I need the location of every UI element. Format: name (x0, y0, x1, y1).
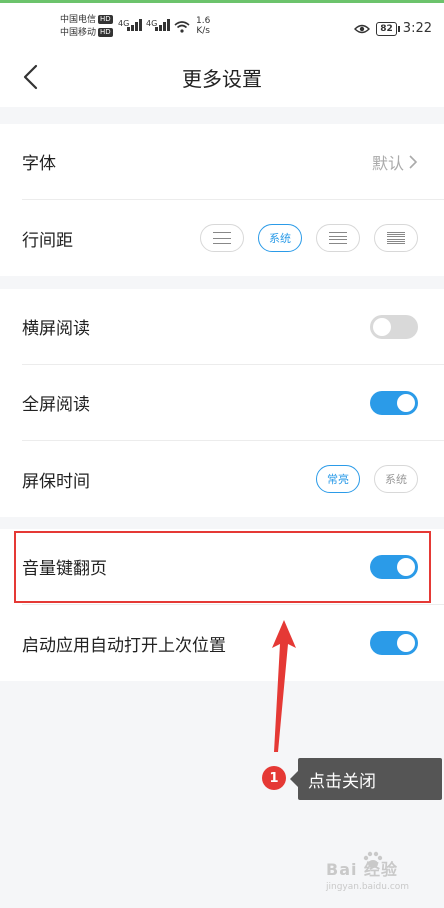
screen-timeout-row: 屏保时间 常亮 系统 (22, 441, 444, 517)
fullscreen-toggle[interactable] (370, 390, 418, 415)
timeout-always-on-button[interactable]: 常亮 (316, 465, 360, 493)
paw-logo-icon (363, 851, 383, 868)
annotation-step-badge: 1 (262, 766, 286, 790)
resume-position-label: 启动应用自动打开上次位置 (22, 635, 226, 656)
eye-icon (354, 24, 371, 33)
hd-badge: HD (98, 15, 113, 24)
font-label: 字体 (22, 154, 56, 174)
spacing-compact-icon (387, 232, 405, 244)
font-value-text: 默认 (371, 153, 404, 173)
watermark-sub: jingyan.baidu.com (326, 882, 410, 892)
carrier-top-label: 中国电信 (60, 15, 97, 25)
landscape-label: 横屏阅读 (22, 319, 90, 339)
annotation-callout: 点击关闭 (290, 758, 442, 800)
toggle-knob (397, 557, 415, 576)
volume-page-turn-row: 音量键翻页 (22, 529, 444, 605)
hd-badge: HD (98, 28, 113, 37)
status-bar: 中国电信 HD 中国移动 HD 4G 4G 1.6 K/s 82 3:22 (0, 3, 444, 45)
spacing-system-button[interactable]: 系统 (258, 224, 302, 252)
fullscreen-label: 全屏阅读 (22, 395, 90, 415)
clock: 3:22 (402, 21, 432, 36)
spacing-wide-icon (213, 232, 231, 244)
spacing-compact-button[interactable] (374, 224, 418, 252)
landscape-row: 横屏阅读 (22, 289, 444, 365)
line-spacing-options: 系统 (200, 224, 418, 252)
page-title: 更多设置 (182, 67, 262, 91)
spacing-system-label: 系统 (269, 232, 291, 245)
wifi-icon (174, 21, 190, 33)
screen-timeout-label: 屏保时间 (22, 471, 90, 492)
line-spacing-row: 行间距 系统 (22, 200, 444, 276)
status-right: 82 3:22 (354, 21, 432, 36)
toggle-knob (373, 317, 391, 336)
font-row[interactable]: 字体 默认 (22, 124, 444, 200)
battery-icon: 82 (376, 21, 400, 36)
volume-page-turn-label: 音量键翻页 (22, 559, 107, 579)
spacing-medium-icon (329, 232, 347, 244)
screen-timeout-options: 常亮 系统 (316, 465, 418, 493)
volume-page-turn-toggle[interactable] (370, 554, 418, 579)
carrier-top: 中国电信 HD (60, 14, 113, 26)
landscape-toggle[interactable] (370, 314, 418, 339)
signal-bars-icon (127, 19, 145, 31)
fullscreen-row: 全屏阅读 (22, 365, 444, 441)
annotation-arrow-icon (272, 620, 296, 752)
net-speed-unit: K/s (196, 26, 210, 36)
net-speed: 1.6 K/s (196, 16, 210, 36)
section-display: 字体 默认 行间距 系统 (0, 124, 444, 276)
chevron-right-icon (409, 154, 418, 169)
toggle-knob (397, 634, 415, 652)
watermark: Bai 经验 jingyan.baidu.com (326, 851, 410, 892)
section-behavior: 音量键翻页 启动应用自动打开上次位置 (0, 529, 444, 681)
page-header: 更多设置 (0, 45, 444, 107)
toggle-knob (397, 393, 415, 412)
spacing-wide-button[interactable] (200, 224, 244, 252)
carrier-bottom: 中国移动 HD (60, 27, 113, 39)
line-spacing-label: 行间距 (22, 230, 73, 251)
resume-position-row: 启动应用自动打开上次位置 (22, 605, 444, 681)
carrier-bottom-label: 中国移动 (60, 28, 97, 38)
section-reading: 横屏阅读 全屏阅读 屏保时间 常亮 系统 (0, 289, 444, 517)
font-value[interactable]: 默认 (372, 150, 418, 174)
resume-position-toggle[interactable] (370, 631, 418, 655)
signal-bars-icon (155, 19, 173, 31)
annotation-callout-text: 点击关闭 (308, 771, 376, 792)
timeout-system-button[interactable]: 系统 (374, 465, 418, 493)
net-speed-value: 1.6 (196, 16, 211, 26)
spacing-medium-button[interactable] (316, 224, 360, 252)
